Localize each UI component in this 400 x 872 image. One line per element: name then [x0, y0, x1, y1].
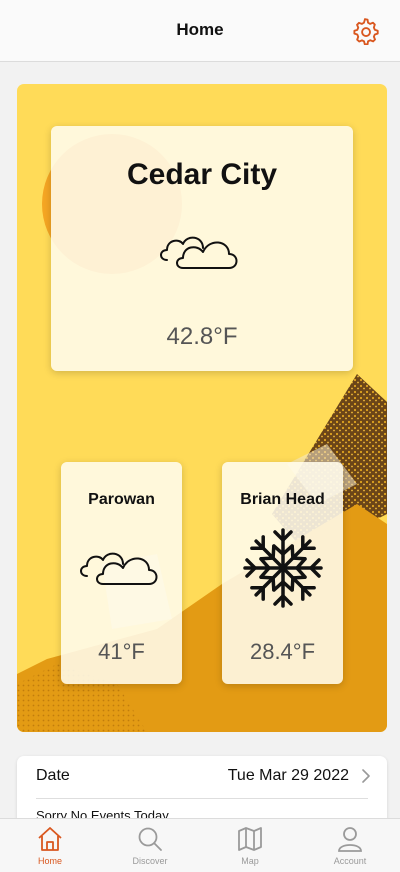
date-selector[interactable]: Date Tue Mar 29 2022	[17, 756, 387, 798]
cloudy-icon	[80, 552, 158, 585]
location-temperature: 28.4°F	[249, 639, 316, 664]
divider	[36, 798, 368, 799]
tab-label: Home	[37, 856, 62, 866]
tab-label: Discover	[132, 856, 168, 866]
date-label: Date	[36, 767, 70, 784]
location-temperature: 41°F	[98, 639, 145, 664]
location-temperature: 42.8°F	[166, 323, 238, 350]
location-name: Parowan	[88, 491, 155, 508]
user-icon	[338, 827, 362, 852]
chevron-right-icon	[362, 769, 370, 783]
home-icon	[38, 827, 62, 851]
tab-label: Account	[333, 856, 367, 866]
tab-label: Map	[241, 856, 259, 866]
date-value: Tue Mar 29 2022	[227, 767, 349, 784]
weather-hero: Cedar City 42.8°F Parowan 41°F Brian Hea…	[17, 84, 387, 732]
app-header: Home	[0, 0, 400, 62]
search-icon	[138, 827, 162, 851]
main-location-card[interactable]: Cedar City 42.8°F	[51, 126, 353, 371]
cloudy-icon	[160, 236, 238, 269]
page-title: Home	[176, 20, 224, 39]
tab-discover[interactable]: Discover	[100, 819, 200, 872]
snowflake-icon	[243, 528, 323, 608]
location-name: Brian Head	[240, 491, 325, 508]
tab-home[interactable]: Home	[0, 819, 100, 872]
location-card-brian-head[interactable]: Brian Head 28.4°F	[222, 462, 343, 684]
location-card-parowan[interactable]: Parowan 41°F	[61, 462, 182, 684]
gear-icon[interactable]	[351, 17, 379, 45]
tab-map[interactable]: Map	[200, 819, 300, 872]
map-icon	[238, 827, 262, 851]
bottom-tab-bar: Home Discover Map Account	[0, 818, 400, 872]
location-name: Cedar City	[126, 158, 278, 191]
tab-account[interactable]: Account	[300, 819, 400, 872]
